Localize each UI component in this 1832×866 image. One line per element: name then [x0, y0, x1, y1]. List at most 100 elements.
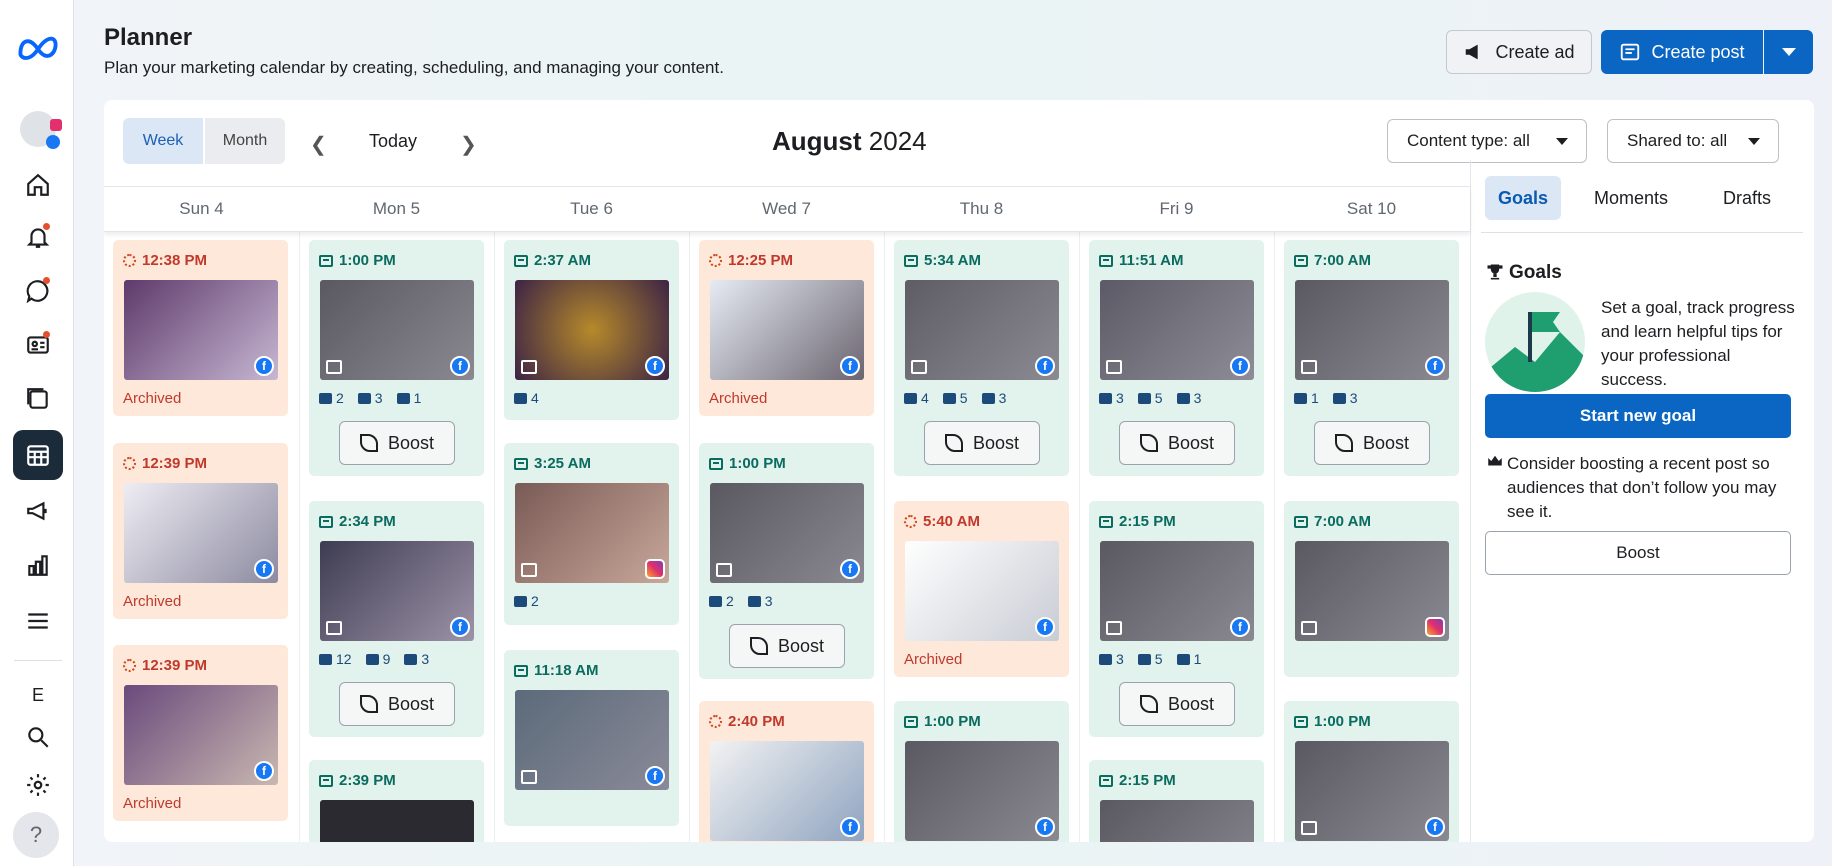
day-header: Sat 10 [1346, 199, 1397, 218]
previous-week-arrow-icon[interactable]: ❮ [310, 132, 327, 157]
post-card[interactable]: 11:51 AM f 3 5 3 Boost [1089, 240, 1264, 476]
post-card[interactable]: 7:00 AM [1284, 501, 1459, 677]
boost-button[interactable]: Boost [1485, 531, 1791, 575]
start-new-goal-button[interactable]: Start new goal [1485, 394, 1791, 438]
post-type-icon [1294, 515, 1308, 528]
planner-calendar-icon[interactable] [13, 430, 63, 480]
post-thumbnail: f [124, 685, 278, 785]
notifications-bell-icon[interactable] [13, 212, 63, 262]
boost-button[interactable]: Boost [1119, 682, 1235, 726]
like-icon [709, 595, 722, 607]
facebook-icon: f [1230, 356, 1250, 376]
likes-count: 2 [514, 593, 539, 609]
facebook-icon: f [1035, 356, 1055, 376]
post-thumbnail [320, 800, 474, 842]
megaphone-icon [1466, 44, 1479, 60]
boost-button[interactable]: Boost [729, 624, 845, 668]
planner-panel: Week Month ❮ Today ❯ August 2024 Content… [104, 100, 1814, 842]
post-card[interactable]: 5:40 AM f Archived [894, 501, 1069, 677]
month-view-button[interactable]: Month [205, 118, 285, 164]
boost-button[interactable]: Boost [1119, 421, 1235, 465]
content-library-icon[interactable] [13, 374, 63, 424]
menu-hamburger-icon[interactable] [13, 596, 63, 646]
post-thumbnail: f [1100, 280, 1254, 380]
post-card[interactable]: 1:00 PM f [1284, 701, 1459, 842]
post-card[interactable]: 1:00 PM f [894, 701, 1069, 842]
chevron-down-icon [1748, 138, 1760, 145]
facebook-icon: f [1425, 817, 1445, 837]
post-thumbnail: f [710, 280, 864, 380]
chevron-down-icon [1781, 48, 1796, 56]
post-card[interactable]: 1:00 PM f 2 3 1 Boost [309, 240, 484, 476]
boost-button[interactable]: Boost [339, 682, 455, 726]
post-type-icon [514, 664, 528, 677]
post-thumbnail [515, 483, 669, 583]
post-type-icon [319, 254, 333, 267]
post-card[interactable]: 2:37 AM f 4 [504, 240, 679, 420]
post-card[interactable]: 7:00 AM f 13 Boost [1284, 240, 1459, 476]
post-card[interactable]: 12:38 PM f Archived [113, 240, 288, 416]
likes-value: 2 [531, 593, 539, 609]
post-type-icon [904, 254, 918, 267]
boost-button[interactable]: Boost [1314, 421, 1430, 465]
post-time: 1:00 PM [1314, 713, 1371, 730]
create-post-button[interactable]: Create post [1601, 30, 1763, 74]
settings-gear-icon[interactable] [13, 760, 63, 810]
meta-logo-icon[interactable] [13, 22, 63, 72]
media-icon [1106, 360, 1122, 374]
likes-value: 2 [726, 593, 734, 609]
content-type-filter[interactable]: Content type: all [1387, 119, 1587, 163]
post-type-icon [1294, 254, 1308, 267]
facebook-icon: f [645, 766, 665, 786]
post-card[interactable]: 2:15 PM [1089, 760, 1264, 842]
facebook-icon: f [840, 356, 860, 376]
post-card[interactable]: 2:40 PM f [699, 701, 874, 842]
post-card[interactable]: 1:00 PM f 23 Boost [699, 443, 874, 679]
boost-label: Boost [1167, 432, 1215, 453]
ads-megaphone-icon[interactable] [13, 486, 63, 536]
next-week-arrow-icon[interactable]: ❯ [460, 132, 477, 157]
week-view-button[interactable]: Week [123, 118, 203, 164]
scheduled-icon [709, 715, 722, 728]
create-ad-button[interactable]: Create ad [1446, 30, 1592, 74]
boost-button[interactable]: Boost [924, 421, 1040, 465]
post-time: 12:25 PM [728, 252, 794, 269]
likes-count: 3 [1099, 390, 1124, 406]
inbox-chat-icon[interactable] [13, 266, 63, 316]
facebook-icon: f [840, 559, 860, 579]
comments-count: 5 [1137, 390, 1163, 406]
post-time: 7:00 AM [1314, 513, 1371, 530]
post-card[interactable]: 12:39 PM f Archived [113, 443, 288, 619]
help-button[interactable]: ? [13, 812, 59, 858]
shares-count: 3 [404, 651, 429, 667]
post-card[interactable]: 2:15 PM f 3 5 1 Boost [1089, 501, 1264, 737]
home-icon[interactable] [13, 160, 63, 210]
contacts-card-icon[interactable] [13, 320, 63, 370]
post-card[interactable]: 5:34 AM f 4 5 3 Boost [894, 240, 1069, 476]
post-card[interactable]: 3:25 AM 2 [504, 443, 679, 625]
post-card[interactable]: 2:39 PM [309, 760, 484, 842]
tab-drafts[interactable]: Drafts [1697, 176, 1797, 220]
tab-goals[interactable]: Goals [1485, 176, 1561, 220]
post-card[interactable]: 12:25 PM f Archived [699, 240, 874, 416]
post-card[interactable]: 11:18 AM f [504, 650, 679, 826]
post-card[interactable]: 2:34 PM f 12 9 3 Boost [309, 501, 484, 737]
boost-button[interactable]: Boost [339, 421, 455, 465]
post-type-icon [1099, 515, 1113, 528]
today-button[interactable]: Today [369, 131, 417, 152]
media-icon [1301, 821, 1317, 835]
tab-moments[interactable]: Moments [1571, 176, 1691, 220]
instagram-icon [1425, 617, 1445, 637]
rocket-icon [1139, 695, 1158, 713]
post-thumbnail: f [515, 690, 669, 790]
post-time: 5:40 AM [923, 513, 980, 530]
post-card[interactable]: 12:39 PM f Archived [113, 645, 288, 821]
left-navigation-rail: E ? [0, 0, 74, 866]
account-avatar-icon[interactable] [13, 104, 63, 154]
shared-to-filter[interactable]: Shared to: all [1607, 119, 1779, 163]
insights-bar-chart-icon[interactable] [13, 540, 63, 590]
post-type-icon [514, 457, 528, 470]
search-icon[interactable] [13, 712, 63, 762]
create-post-dropdown[interactable] [1764, 30, 1813, 74]
likes-value: 3 [1116, 390, 1124, 406]
